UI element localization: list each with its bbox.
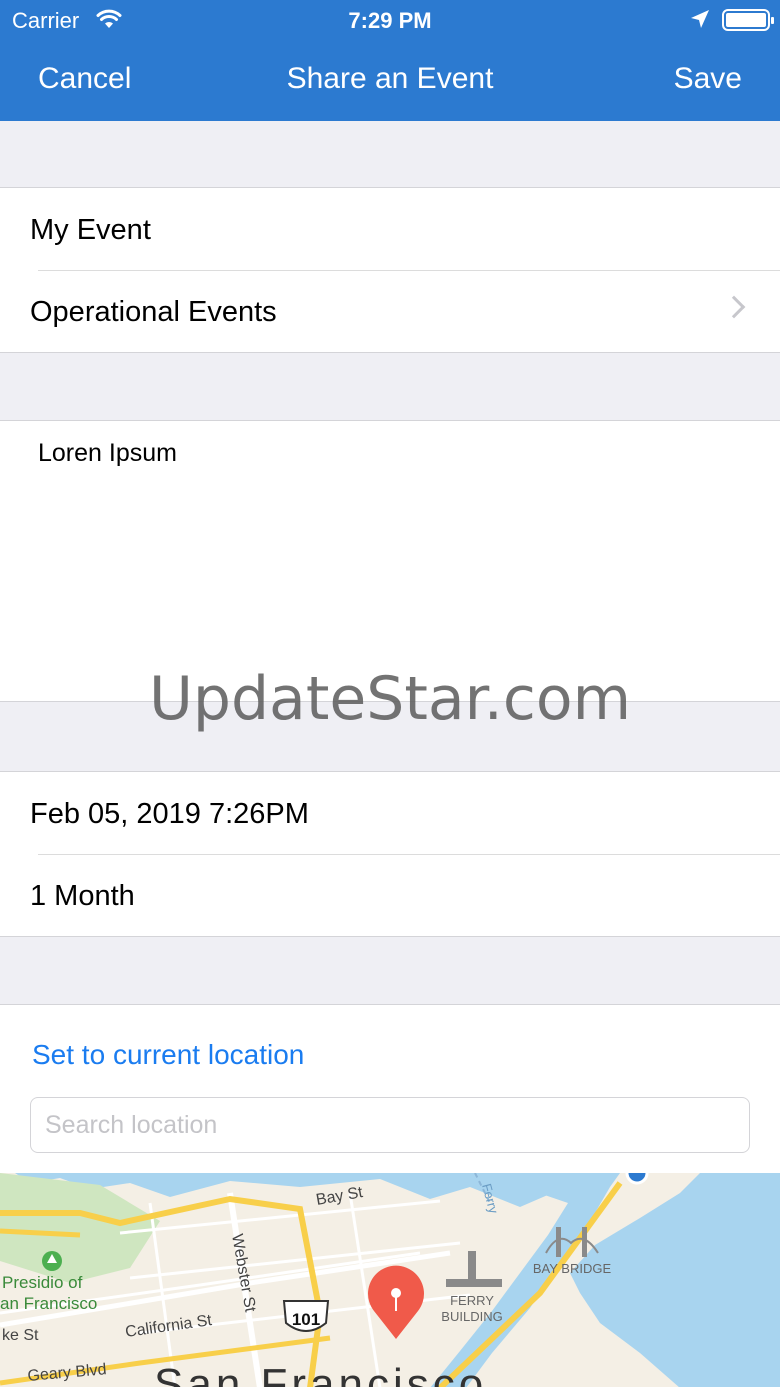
- datetime-row[interactable]: Feb 05, 2019 7:26PM: [0, 772, 780, 854]
- map-label-bay-bridge: BAY BRIDGE: [533, 1261, 612, 1276]
- page-title: Share an Event: [286, 62, 494, 95]
- event-name-row[interactable]: My Event: [0, 188, 780, 270]
- location-arrow-icon: [691, 10, 709, 28]
- map-label-ke-st: ke St: [2, 1327, 39, 1344]
- map-label-presidio-2: an Francisco: [0, 1294, 97, 1313]
- watermark: UpdateStar.com: [148, 664, 632, 734]
- event-info-group: My Event Operational Events: [0, 187, 780, 353]
- location-group: Set to current location Presidio of an F…: [0, 1004, 780, 1387]
- event-category-label: Operational Events: [30, 296, 277, 328]
- event-category-row[interactable]: Operational Events: [0, 270, 780, 352]
- description-group: Loren Ipsum: [0, 420, 780, 702]
- datetime-value: Feb 05, 2019 7:26PM: [30, 798, 309, 830]
- set-current-location-link[interactable]: Set to current location: [32, 1039, 304, 1071]
- map-label-presidio: Presidio of: [2, 1273, 83, 1292]
- duration-row[interactable]: 1 Month: [0, 854, 780, 936]
- highway-number: 101: [292, 1310, 320, 1329]
- chevron-right-icon: [722, 295, 746, 319]
- search-location-input[interactable]: [30, 1097, 750, 1153]
- map-view[interactable]: Presidio of an Francisco Bay St Webster …: [0, 1173, 780, 1387]
- status-bar: Carrier 7:29 PM: [0, 0, 780, 40]
- map-label-city: San Francisco: [154, 1360, 487, 1387]
- map-label-ferry-building: FERRY: [450, 1293, 494, 1308]
- map-label-ferry-building-2: BUILDING: [441, 1309, 502, 1324]
- highway-shield-icon: 101: [282, 1300, 330, 1332]
- status-time: 7:29 PM: [348, 8, 432, 33]
- save-button[interactable]: Save: [674, 62, 742, 96]
- current-location-dot: [625, 1173, 649, 1185]
- description-textarea[interactable]: Loren Ipsum: [0, 421, 780, 701]
- description-text: Loren Ipsum: [38, 439, 177, 467]
- duration-value: 1 Month: [30, 880, 135, 912]
- timing-group: Feb 05, 2019 7:26PM 1 Month: [0, 771, 780, 937]
- event-name-field[interactable]: My Event: [30, 214, 151, 247]
- navigation-bar: Cancel Share an Event Save: [0, 40, 780, 121]
- battery-icon: [722, 9, 774, 31]
